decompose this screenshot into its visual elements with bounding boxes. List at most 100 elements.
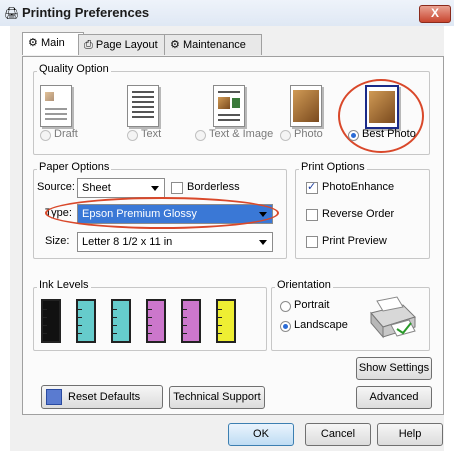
print-preview-label[interactable]: Print Preview xyxy=(322,235,387,247)
orientation-label: Orientation xyxy=(275,279,333,291)
ink-tick xyxy=(78,333,82,334)
tab-maintenance-label: Maintenance xyxy=(182,39,246,51)
chevron-down-icon xyxy=(151,186,159,191)
ink-tick xyxy=(148,325,152,326)
help-button[interactable]: Help xyxy=(377,423,443,446)
source-select[interactable]: Sheet xyxy=(77,178,165,198)
photo-icon xyxy=(290,85,322,127)
show-settings-button[interactable]: Show Settings xyxy=(356,357,432,380)
ink-tick xyxy=(183,317,187,318)
ink-tick xyxy=(113,317,117,318)
ink-bar xyxy=(181,299,201,343)
ink-fill xyxy=(218,301,234,341)
landscape-label[interactable]: Landscape xyxy=(294,319,348,331)
maintenance-icon: ⚙ xyxy=(170,39,180,51)
main-tab-icon: ⚙ xyxy=(28,37,38,49)
ink-tick xyxy=(43,317,47,318)
landscape-radio[interactable] xyxy=(280,321,291,332)
ink-tick xyxy=(78,317,82,318)
text-label[interactable]: Text xyxy=(141,128,161,140)
draft-label[interactable]: Draft xyxy=(54,128,78,140)
ink-tick xyxy=(218,309,222,310)
best-photo-radio[interactable] xyxy=(348,130,359,141)
draft-radio[interactable] xyxy=(40,130,51,141)
tab-main[interactable]: ⚙ Main xyxy=(22,32,84,55)
text-and-image-radio[interactable] xyxy=(195,130,206,141)
ink-tick xyxy=(183,325,187,326)
ink-bar xyxy=(41,299,61,343)
window-title: Printing Preferences xyxy=(22,5,150,20)
page-layout-icon: ⎙ xyxy=(84,39,93,51)
title-bar: 🖨 Printing Preferences X xyxy=(0,0,454,26)
ink-tick xyxy=(113,309,117,310)
ink-tick xyxy=(183,333,187,334)
size-select[interactable]: Letter 8 1/2 x 11 in xyxy=(77,232,273,252)
ink-tick xyxy=(218,333,222,334)
portrait-label[interactable]: Portrait xyxy=(294,299,329,311)
ink-tick xyxy=(218,325,222,326)
tab-maintenance[interactable]: ⚙ Maintenance xyxy=(164,34,262,55)
ink-tick xyxy=(43,333,47,334)
best-photo-highlight-ring xyxy=(338,79,424,153)
ink-tick xyxy=(78,309,82,310)
paper-options-label: Paper Options xyxy=(37,161,112,173)
print-options-label: Print Options xyxy=(299,161,367,173)
ink-bar xyxy=(146,299,166,343)
ink-tick xyxy=(43,325,47,326)
tab-main-label: Main xyxy=(40,37,65,49)
text-radio[interactable] xyxy=(127,130,138,141)
technical-support-button[interactable]: Technical Support xyxy=(169,386,265,409)
ink-fill xyxy=(113,301,129,341)
draft-icon xyxy=(40,85,72,127)
text-and-image-icon xyxy=(213,85,245,127)
ink-bar xyxy=(216,299,236,343)
chevron-down-icon xyxy=(259,240,267,245)
cancel-button[interactable]: Cancel xyxy=(305,423,371,446)
type-highlight-ring xyxy=(45,197,279,229)
borderless-label[interactable]: Borderless xyxy=(187,181,240,193)
source-value: Sheet xyxy=(82,182,111,194)
portrait-radio[interactable] xyxy=(280,301,291,312)
printer-illustration-icon xyxy=(370,296,416,339)
ink-tick xyxy=(148,317,152,318)
reset-icon xyxy=(46,389,62,405)
ink-tick xyxy=(113,325,117,326)
ok-button[interactable]: OK xyxy=(228,423,294,446)
source-label: Source: xyxy=(37,181,75,193)
ink-tick xyxy=(78,325,82,326)
size-label: Size: xyxy=(45,235,70,247)
print-preview-checkbox[interactable] xyxy=(306,236,318,248)
reset-defaults-button[interactable]: Reset Defaults xyxy=(41,385,163,409)
close-button[interactable]: X xyxy=(419,5,451,23)
text-icon xyxy=(127,85,159,127)
borderless-checkbox[interactable] xyxy=(171,182,183,194)
main-panel: Quality Option Draft Text Text & Image P… xyxy=(22,56,444,415)
ink-levels-label: Ink Levels xyxy=(37,279,91,291)
ink-tick xyxy=(183,309,187,310)
ink-tick xyxy=(218,317,222,318)
quality-option-label: Quality Option xyxy=(37,63,111,75)
ink-bar xyxy=(111,299,131,343)
tab-page-layout[interactable]: ⎙ Page Layout xyxy=(78,34,168,55)
ink-tick xyxy=(148,333,152,334)
ink-fill xyxy=(183,301,199,341)
text-and-image-label[interactable]: Text & Image xyxy=(209,128,273,140)
ink-fill xyxy=(43,301,59,341)
tab-page-layout-label: Page Layout xyxy=(95,39,158,51)
size-value: Letter 8 1/2 x 11 in xyxy=(82,236,173,248)
ink-tick xyxy=(113,333,117,334)
ink-fill xyxy=(148,301,164,341)
photo-radio[interactable] xyxy=(280,130,291,141)
reverse-order-label[interactable]: Reverse Order xyxy=(322,208,394,220)
reset-defaults-label: Reset Defaults xyxy=(68,391,141,403)
best-photo-label[interactable]: Best Photo xyxy=(362,128,416,140)
photoenhance-label[interactable]: PhotoEnhance xyxy=(322,181,394,193)
reverse-order-checkbox[interactable] xyxy=(306,209,318,221)
advanced-button[interactable]: Advanced xyxy=(356,386,432,409)
printer-icon: 🖨 xyxy=(4,6,20,20)
ink-tick xyxy=(148,309,152,310)
ink-bar xyxy=(76,299,96,343)
ink-fill xyxy=(78,301,94,341)
photo-label[interactable]: Photo xyxy=(294,128,323,140)
photoenhance-checkbox[interactable] xyxy=(306,180,318,194)
